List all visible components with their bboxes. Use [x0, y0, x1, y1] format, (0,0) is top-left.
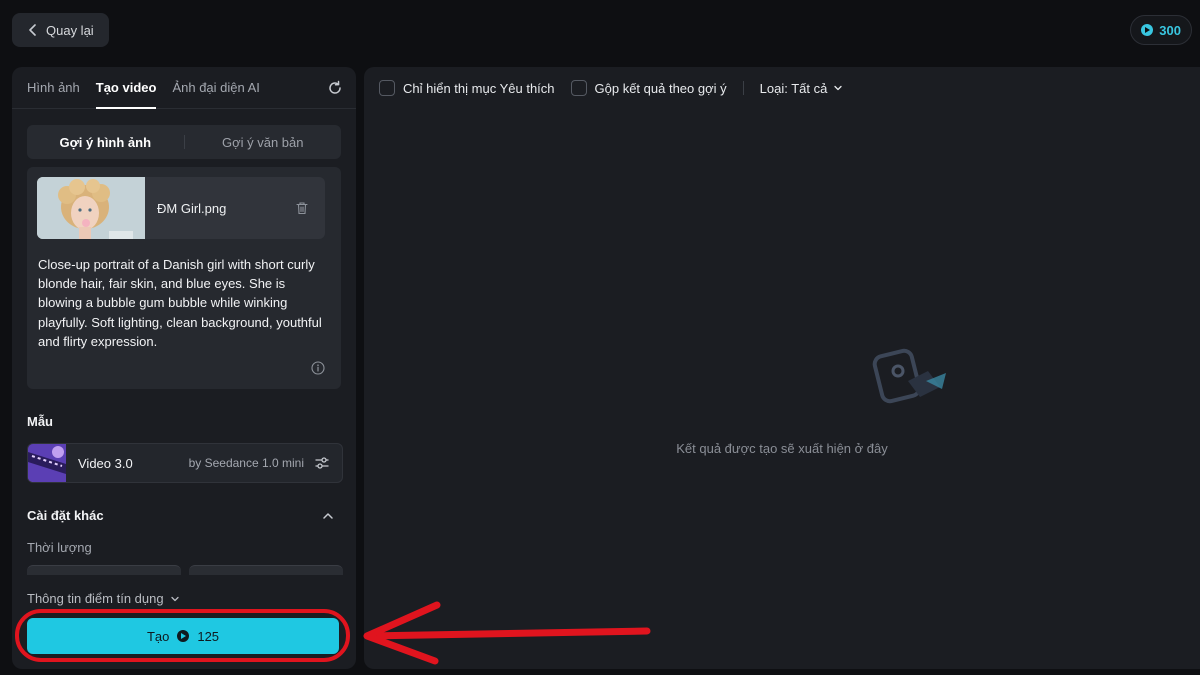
create-button-label: Tạo [146, 628, 170, 644]
credits-badge[interactable]: 300 [1130, 15, 1192, 45]
segment-image-prompt[interactable]: Gợi ý hình ảnh [27, 135, 184, 150]
results-filters: Chỉ hiển thị mục Yêu thích Gộp kết quả t… [379, 79, 843, 97]
prompt-textarea[interactable]: Close-up portrait of a Danish girl with … [38, 255, 332, 351]
prompt-type-segment: Gợi ý hình ảnh Gợi ý văn bản [27, 125, 341, 159]
group-by-prompt-checkbox[interactable] [570, 80, 587, 96]
other-settings-title: Cài đặt khác [27, 508, 104, 523]
chevron-down-icon [170, 596, 179, 601]
mode-tabs: Hình ảnh Tạo video Ảnh đại diện AI [12, 67, 356, 109]
segment-text-prompt[interactable]: Gợi ý văn bản [185, 135, 342, 150]
duration-option-2[interactable] [189, 565, 343, 575]
sliders-icon[interactable] [314, 455, 330, 471]
credits-count: 300 [1159, 22, 1181, 38]
type-filter-select[interactable]: Loại: Tất cả [760, 81, 844, 96]
model-provider: by Seedance 1.0 mini [188, 456, 304, 470]
model-selector[interactable]: Video 3.0 by Seedance 1.0 mini [27, 443, 343, 483]
prompt-box: ĐM Girl.png Close-up portrait of a Danis… [27, 167, 341, 389]
uploaded-image-thumbnail [37, 177, 145, 239]
uploaded-file-card: ĐM Girl.png [37, 177, 325, 239]
left-panel: Hình ảnh Tạo video Ảnh đại diện AI Gợi ý… [12, 67, 356, 669]
back-button[interactable]: Quay lại [12, 13, 109, 47]
file-name: ĐM Girl.png [157, 200, 227, 216]
empty-state-video-icon [872, 348, 946, 404]
create-button-cost: 125 [197, 628, 220, 644]
model-section-title: Mẫu [27, 414, 53, 429]
trash-icon[interactable] [295, 201, 309, 215]
info-icon[interactable] [311, 361, 325, 375]
chevron-down-icon [834, 85, 842, 91]
filter-divider [742, 81, 744, 95]
model-thumbnail [28, 444, 66, 482]
type-filter-label: Loại: Tất cả [759, 80, 828, 96]
empty-state-message: Kết quả được tạo sẽ xuất hiện ở đây [676, 441, 888, 456]
tab-create-video[interactable]: Tạo video [95, 67, 156, 109]
duration-option-1[interactable] [27, 565, 181, 575]
credit-coin-icon [177, 630, 190, 642]
tab-image[interactable]: Hình ảnh [27, 67, 80, 109]
model-name: Video 3.0 [78, 455, 133, 471]
create-button[interactable]: Tạo 125 [27, 618, 339, 654]
group-by-prompt-label: Gộp kết quả theo gợi ý [594, 80, 727, 96]
chevron-left-icon [29, 24, 36, 36]
chevron-up-icon[interactable] [322, 510, 334, 522]
tab-ai-avatar[interactable]: Ảnh đại diện AI [172, 67, 259, 109]
results-panel: Chỉ hiển thị mục Yêu thích Gộp kết quả t… [364, 67, 1200, 669]
credit-coin-icon [1141, 24, 1154, 36]
credit-info-toggle[interactable]: Thông tin điểm tín dụng [27, 591, 180, 606]
favorites-checkbox[interactable] [379, 80, 395, 96]
favorites-label: Chỉ hiển thị mục Yêu thích [403, 80, 555, 96]
back-label: Quay lại [46, 22, 94, 38]
duration-label: Thời lượng [27, 540, 92, 555]
refresh-icon[interactable] [326, 79, 344, 97]
credit-info-label: Thông tin điểm tín dụng [27, 591, 164, 606]
